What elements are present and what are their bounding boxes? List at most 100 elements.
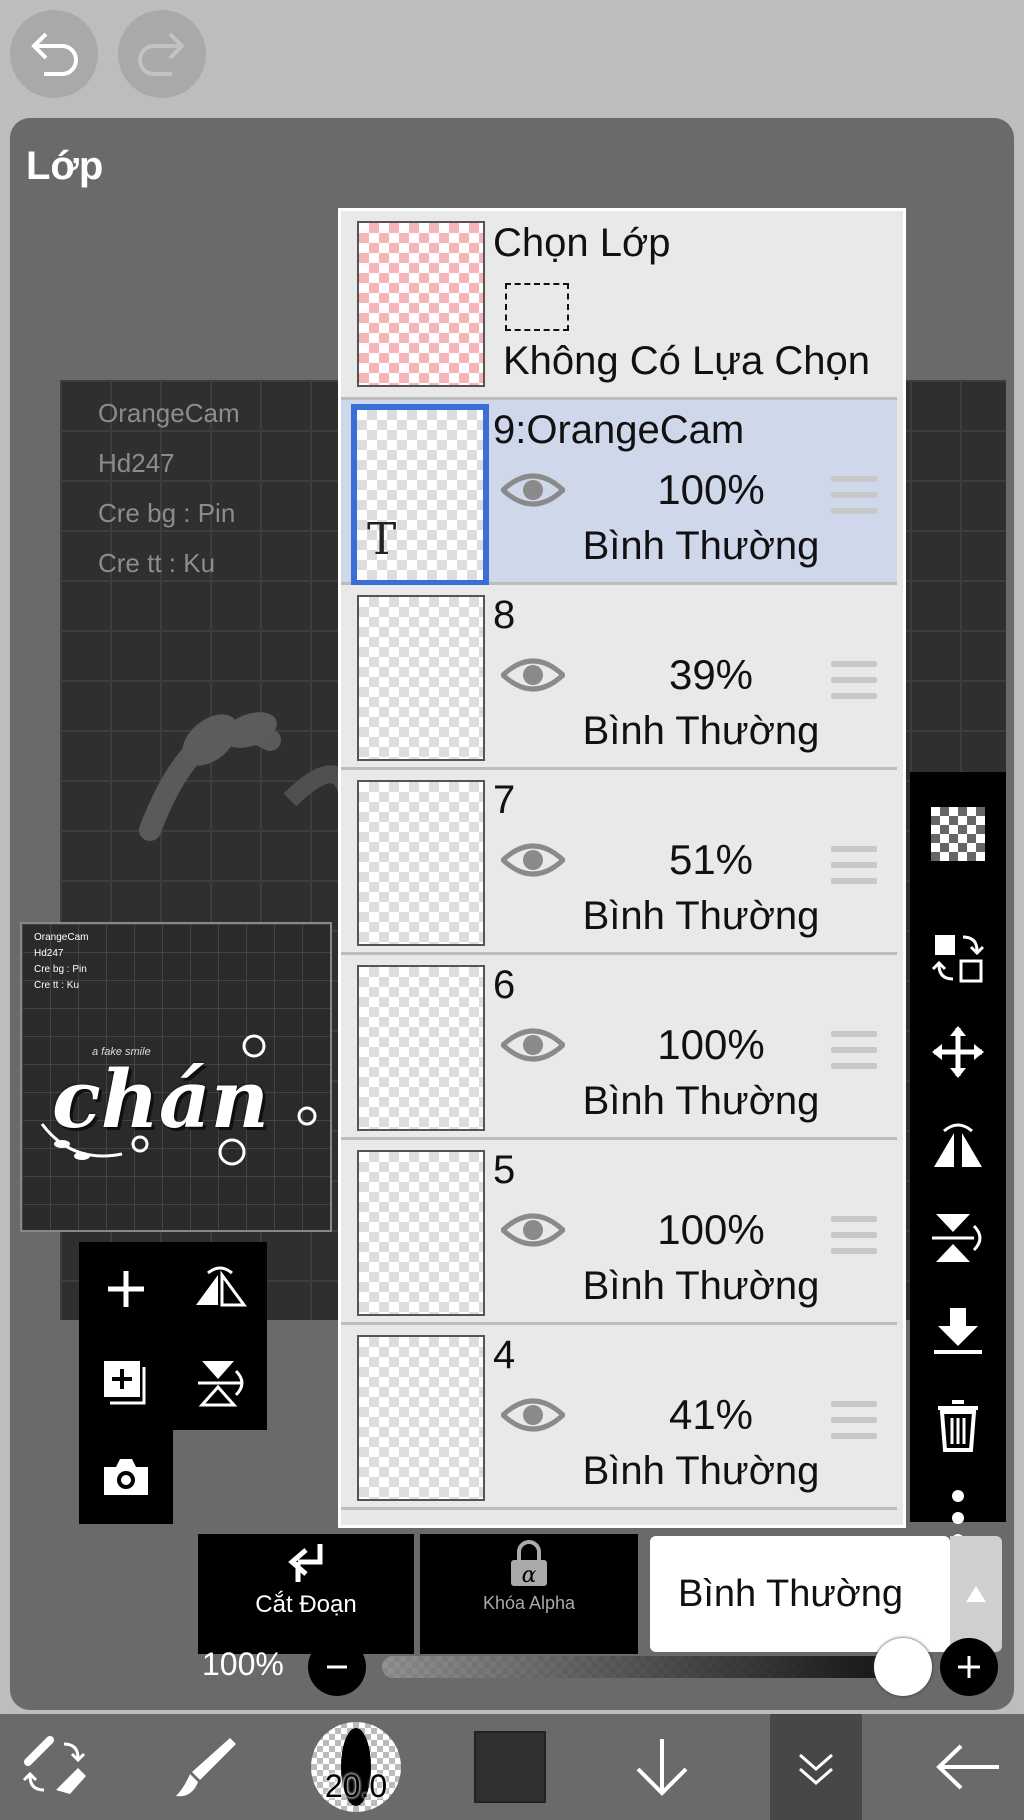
trash-icon [938, 1400, 978, 1452]
blend-mode-select[interactable]: Bình Thường [650, 1536, 950, 1652]
canvas-artwork [139, 712, 350, 841]
layer-row[interactable]: 7 51% Bình Thường [341, 770, 897, 955]
layer-opacity: 41% [668, 1391, 754, 1438]
layer-blend-mode: Bình Thường [582, 894, 820, 938]
visibility-eye-icon[interactable] [501, 1025, 565, 1065]
selection-layer-row[interactable]: Chọn Lớp Không Có Lựa Chọn [341, 211, 897, 400]
layer-name: 5 [493, 1148, 516, 1192]
redo-button[interactable] [118, 10, 206, 98]
layer-actions-toolbar [910, 772, 1006, 1546]
layer-blend-mode: Bình Thường [582, 524, 820, 568]
drag-handle-icon[interactable] [831, 846, 877, 894]
layer-name: 7 [493, 778, 516, 822]
flip-vertical-button[interactable] [173, 1336, 267, 1430]
layer-tools-panel [79, 1242, 267, 1524]
layer-opacity: 39% [668, 651, 754, 698]
canvas-credit: Cre tt : Ku [98, 548, 216, 578]
swap-layer-button[interactable] [910, 912, 1006, 1004]
thumb-credit: Cre tt : Ku [34, 980, 80, 991]
add-copy-layer-button[interactable] [79, 1336, 173, 1430]
move-button[interactable] [910, 1006, 1006, 1098]
layer-row[interactable]: 8 39% Bình Thường [341, 585, 897, 770]
layer-down-button[interactable] [620, 1714, 704, 1820]
layer-row[interactable]: T 9:OrangeCam 100% Bình Thường [341, 400, 897, 586]
drag-handle-icon[interactable] [831, 1031, 877, 1079]
minus-icon [327, 1665, 347, 1669]
layer-blend-mode: Bình Thường [582, 1079, 820, 1123]
visibility-eye-icon[interactable] [501, 840, 565, 880]
visibility-eye-icon[interactable] [501, 1210, 565, 1250]
layer-row[interactable]: 4 41% Bình Thường [341, 1325, 897, 1510]
opacity-value: 100% [202, 1646, 284, 1682]
layer-name: 9:OrangeCam [493, 408, 745, 452]
layer-thumbnail [357, 965, 485, 1131]
brush-eraser-swap-icon [22, 1736, 86, 1794]
layer-blend-mode: Bình Thường [582, 709, 820, 753]
back-button[interactable] [920, 1714, 1016, 1820]
layer-opacity: 100% [657, 1206, 765, 1253]
layer-list[interactable]: Chọn Lớp Không Có Lựa Chọn T 9:OrangeCam… [338, 208, 906, 1528]
blend-mode-dropdown-button[interactable] [950, 1536, 1002, 1652]
opacity-decrease-button[interactable] [308, 1638, 366, 1696]
tool-switch-button[interactable] [10, 1714, 100, 1820]
redo-icon [138, 32, 185, 76]
opacity-increase-button[interactable] [940, 1638, 998, 1696]
layer-name: 6 [493, 963, 516, 1007]
text-layer-icon: T [367, 514, 397, 565]
flip-vertical-button[interactable] [910, 1192, 1006, 1284]
layer-blend-mode: Bình Thường [582, 1449, 820, 1493]
transparency-button[interactable] [910, 788, 1006, 880]
drag-handle-icon[interactable] [831, 661, 877, 709]
undo-icon [31, 32, 78, 76]
canvas-credit: OrangeCam [98, 398, 240, 428]
color-button[interactable] [470, 1714, 550, 1820]
layer-blend-mode: Bình Thường [582, 1264, 820, 1308]
add-layer-button[interactable] [79, 1242, 173, 1336]
drag-handle-icon[interactable] [831, 476, 877, 524]
canvas-thumbnail[interactable]: OrangeCam Hd247 Cre bg : Pin Cre tt : Ku… [20, 922, 332, 1232]
camera-icon [104, 1459, 148, 1495]
layer-row[interactable]: 6 100% Bình Thường [341, 955, 897, 1140]
drag-handle-icon[interactable] [831, 1216, 877, 1264]
flip-horizontal-button[interactable] [173, 1242, 267, 1336]
brush-size-button[interactable]: 20.0 [310, 1714, 402, 1820]
selection-layer-thumbnail [357, 221, 485, 387]
visibility-eye-icon[interactable] [501, 470, 565, 510]
clipping-button[interactable]: Cắt Đoạn [198, 1534, 414, 1654]
merge-down-button[interactable] [910, 1286, 1006, 1378]
clipping-label: Cắt Đoạn [255, 1591, 357, 1618]
move-arrows-icon [932, 1026, 984, 1078]
duplicate-layer-icon [104, 1361, 146, 1405]
blend-mode-value: Bình Thường [678, 1572, 904, 1615]
layers-panel-button[interactable] [770, 1714, 862, 1820]
flip-horizontal-icon [196, 1266, 247, 1307]
drag-handle-icon[interactable] [831, 1401, 877, 1449]
import-photo-button[interactable] [79, 1430, 173, 1524]
undo-button[interactable] [10, 10, 98, 98]
panel-title: Lớp [26, 144, 104, 188]
visibility-eye-icon[interactable] [501, 1395, 565, 1435]
canvas-credit: Cre bg : Pin [98, 498, 236, 528]
selection-layer-title: Chọn Lớp [493, 221, 671, 265]
visibility-eye-icon[interactable] [501, 655, 565, 695]
layer-name: 8 [493, 593, 516, 637]
flip-horizontal-button[interactable] [910, 1100, 1006, 1192]
clip-arrow-icon [288, 1544, 323, 1582]
alpha-lock-button[interactable]: α Khóa Alpha [420, 1534, 638, 1654]
selection-marquee-icon [505, 283, 569, 331]
layer-opacity: 100% [657, 1021, 765, 1068]
brush-tool-button[interactable] [160, 1714, 250, 1820]
delete-layer-button[interactable] [910, 1380, 1006, 1472]
checkerboard-icon [931, 807, 985, 861]
layer-opacity: 51% [668, 836, 754, 883]
opacity-slider-knob[interactable] [874, 1638, 932, 1696]
layer-thumbnail [357, 595, 485, 761]
alpha-lock-label: Khóa Alpha [482, 1593, 576, 1613]
plus-icon [108, 1271, 144, 1307]
merge-down-icon [934, 1308, 982, 1354]
layer-thumbnail: T [351, 404, 489, 586]
swap-icon [931, 935, 985, 983]
opacity-slider[interactable] [382, 1656, 912, 1678]
flip-vertical-icon [198, 1361, 244, 1407]
layer-row[interactable]: 5 100% Bình Thường [341, 1140, 897, 1325]
